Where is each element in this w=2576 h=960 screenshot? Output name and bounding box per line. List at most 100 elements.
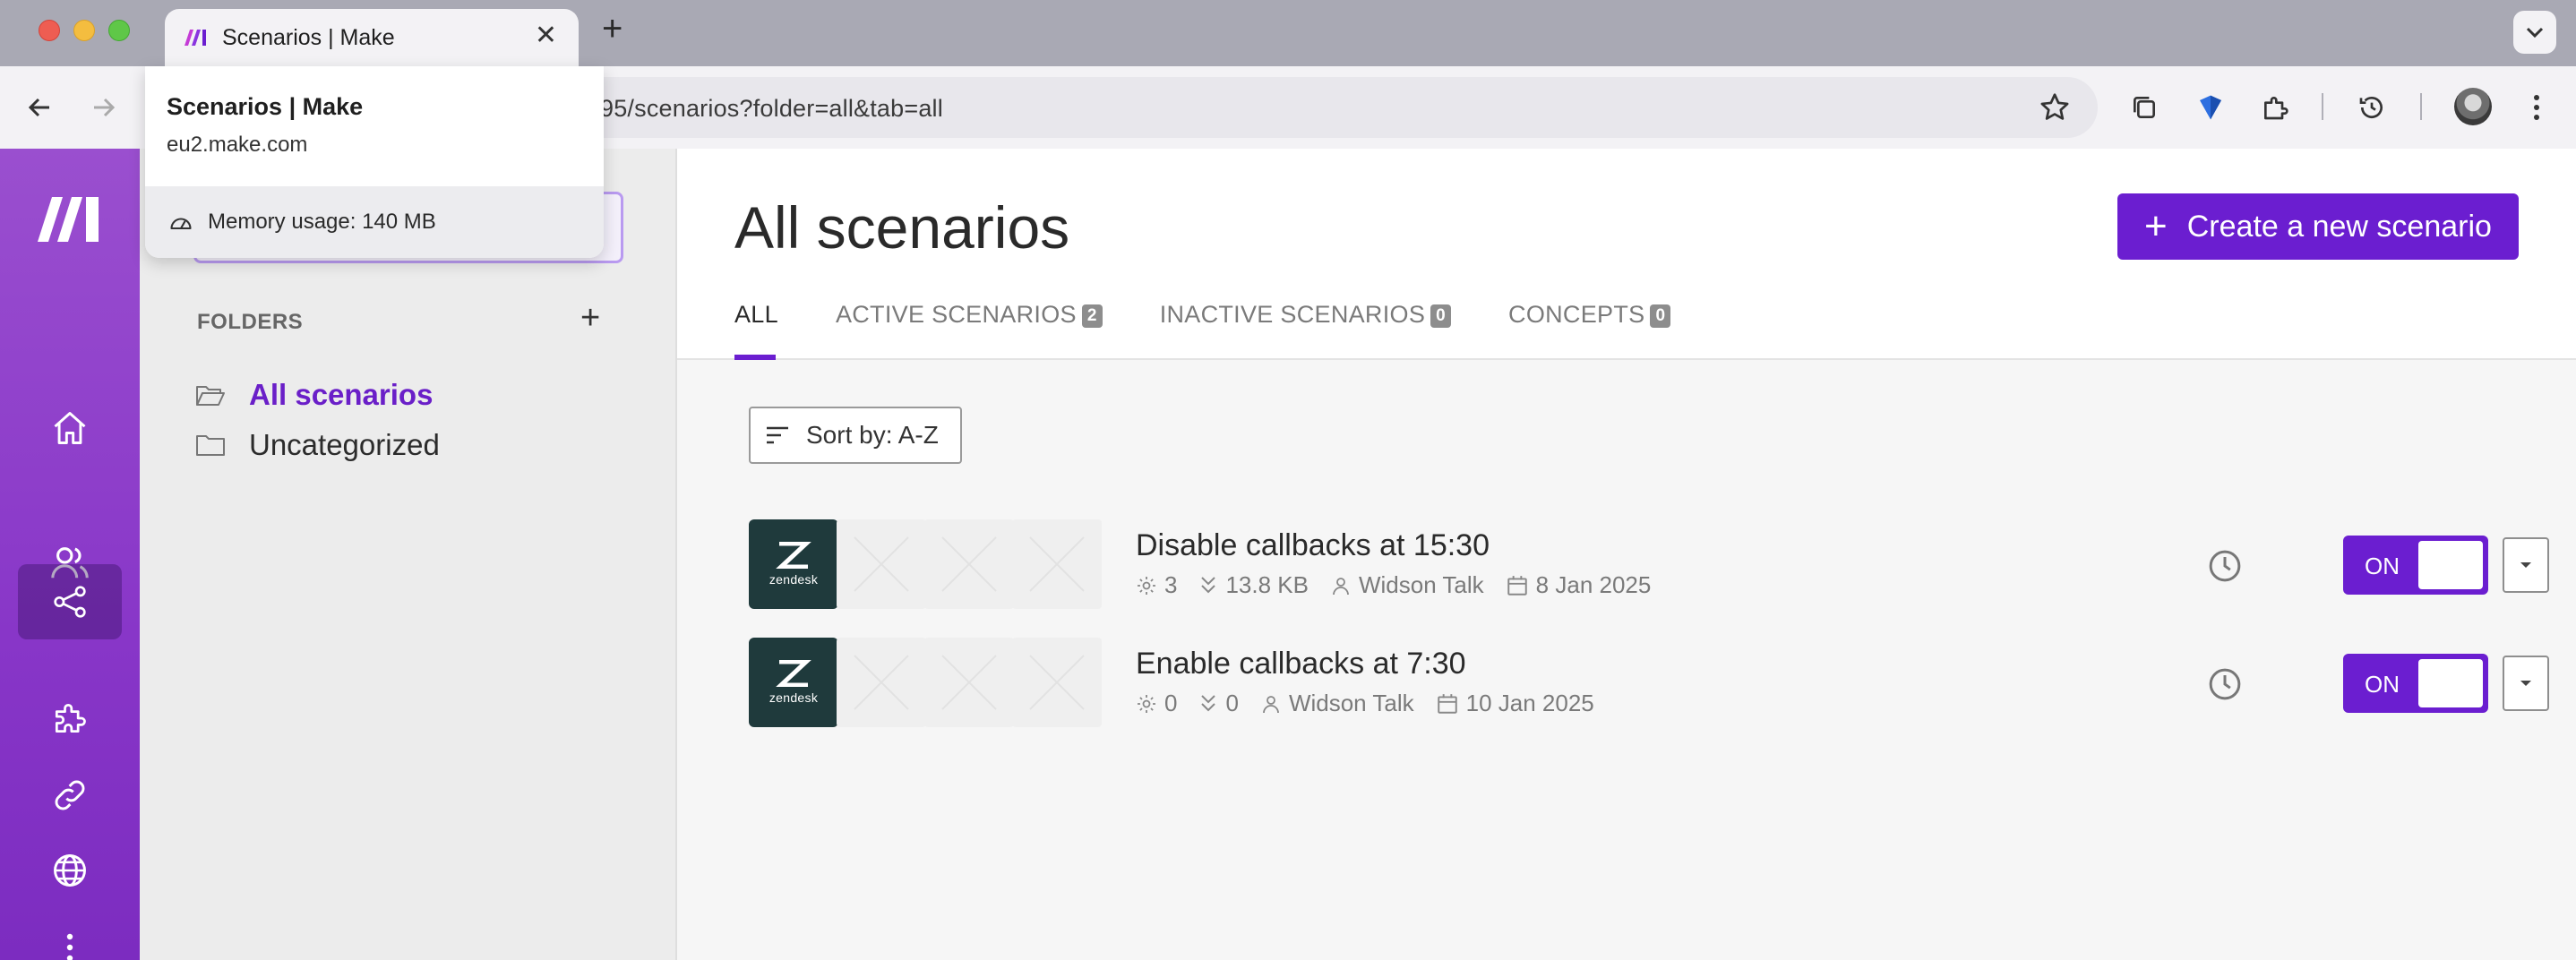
data-transfer: 13.8 KB (1225, 571, 1309, 598)
folder-label: Uncategorized (249, 428, 440, 461)
zendesk-app-icon: zendesk (749, 519, 838, 609)
extensions-puzzle-icon[interactable] (2257, 90, 2293, 125)
schedule-clock-icon[interactable] (2207, 548, 2243, 584)
scenario-date: 10 Jan 2025 (1465, 690, 1594, 716)
scenario-status-toggle[interactable]: ON (2343, 654, 2488, 713)
rail-more[interactable] (18, 910, 122, 960)
app-name: zendesk (769, 572, 819, 587)
placeholder-module (924, 519, 1014, 609)
tab-search-button[interactable] (2513, 11, 2556, 54)
rail-connections[interactable] (18, 758, 122, 833)
history-icon[interactable] (2354, 90, 2390, 125)
browser-menu-icon[interactable] (2519, 90, 2555, 125)
browser-tab[interactable]: Scenarios | Make ✕ (165, 9, 579, 66)
extension-heart-icon[interactable] (2193, 90, 2228, 125)
sort-lines-icon (767, 426, 788, 444)
scenario-options-button[interactable] (2503, 656, 2549, 711)
scenario-row[interactable]: zendesk Enable callbacks at 7:30 0 0 Wid… (749, 638, 2549, 731)
make-logo-icon[interactable] (36, 193, 104, 244)
user-icon (1333, 577, 1349, 595)
add-folder-button[interactable]: + (580, 301, 600, 335)
toolbar-separator (2420, 93, 2422, 120)
puzzle-icon (55, 703, 86, 733)
scenario-tabs: ALL ACTIVE SCENARIOS 2 INACTIVE SCENARIO… (734, 301, 1728, 360)
tab-label: ACTIVE SCENARIOS (835, 301, 1077, 328)
operations-gear-icon (1138, 576, 1155, 595)
scenario-thumbnail: zendesk (749, 519, 1102, 609)
maximize-window-button[interactable] (108, 20, 130, 41)
profile-avatar[interactable] (2454, 88, 2492, 125)
memory-usage-text: Memory usage: 140 MB (208, 210, 436, 234)
hovercard-domain: eu2.make.com (167, 133, 308, 157)
toggle-knob (2418, 659, 2483, 707)
user-icon (1263, 695, 1279, 713)
main-content: All scenarios + Create a new scenario AL… (677, 149, 2576, 960)
app-name: zendesk (769, 690, 819, 705)
folder-open-icon (196, 386, 225, 406)
gauge-icon (170, 218, 192, 230)
tab-hover-card: Scenarios | Make eu2.make.com Memory usa… (145, 66, 604, 258)
hovercard-title: Scenarios | Make (167, 93, 364, 120)
sort-label: Sort by: A-Z (806, 421, 939, 449)
forward-button[interactable] (86, 90, 122, 125)
scenario-status-toggle[interactable]: ON (2343, 536, 2488, 595)
placeholder-module (837, 638, 926, 727)
count-badge: 0 (1430, 304, 1452, 328)
count-badge: 2 (1081, 304, 1103, 328)
url-text: 95/scenarios?folder=all&tab=all (600, 95, 943, 122)
close-tab-icon[interactable]: ✕ (535, 22, 557, 49)
page-header: All scenarios + Create a new scenario AL… (677, 149, 2576, 360)
browser-tab-strip: Scenarios | Make ✕ + (0, 0, 2576, 66)
toolbar-separator (2322, 93, 2323, 120)
folder-label: All scenarios (249, 378, 434, 411)
scenario-name[interactable]: Enable callbacks at 7:30 (1136, 647, 1466, 681)
scenario-row[interactable]: zendesk Disable callbacks at 15:30 3 13.… (749, 519, 2549, 613)
bookmark-star-icon[interactable] (2039, 91, 2071, 124)
placeholder-module (837, 519, 926, 609)
caret-down-icon (2520, 562, 2531, 568)
rail-apps[interactable] (18, 681, 122, 756)
tab-label: ALL (734, 301, 778, 328)
schedule-clock-icon[interactable] (2207, 666, 2243, 702)
scenario-owner: Widson Talk (1288, 690, 1414, 716)
minimize-window-button[interactable] (73, 20, 95, 41)
tab-concepts[interactable]: CONCEPTS 0 (1508, 301, 1671, 360)
more-vertical-icon (66, 933, 73, 960)
tab-inactive-scenarios[interactable]: INACTIVE SCENARIOS 0 (1159, 301, 1452, 360)
placeholder-module (924, 638, 1014, 727)
scenario-options-button[interactable] (2503, 537, 2549, 593)
close-window-button[interactable] (39, 20, 60, 41)
folder-icon (196, 435, 225, 456)
scenario-meta: 0 0 Widson Talk 10 Jan 2025 (1136, 690, 1616, 717)
new-tab-button[interactable]: + (602, 11, 623, 47)
tab-groups-icon[interactable] (2126, 90, 2162, 125)
rail-scenarios[interactable] (18, 564, 122, 639)
folder-item-uncategorized[interactable]: Uncategorized (195, 428, 440, 462)
count-badge: 0 (1650, 304, 1671, 328)
scenario-thumbnail: zendesk (749, 638, 1102, 727)
rail-home[interactable] (18, 390, 122, 466)
scenario-name[interactable]: Disable callbacks at 15:30 (1136, 528, 1490, 563)
arrow-left-icon (28, 98, 49, 117)
create-scenario-label: Create a new scenario (2186, 209, 2492, 244)
tab-label: INACTIVE SCENARIOS (1159, 301, 1426, 328)
back-button[interactable] (21, 90, 57, 125)
home-icon (54, 412, 86, 444)
tab-label: CONCEPTS (1508, 301, 1645, 328)
rail-webhooks[interactable] (18, 833, 122, 908)
folder-item-all-scenarios[interactable]: All scenarios (195, 378, 433, 412)
link-icon (55, 780, 85, 810)
tab-active-scenarios[interactable]: ACTIVE SCENARIOS 2 (836, 301, 1103, 360)
create-scenario-button[interactable]: + Create a new scenario (2117, 193, 2519, 260)
zendesk-app-icon: zendesk (749, 638, 838, 727)
arrow-right-icon (94, 98, 116, 117)
placeholder-module (1012, 638, 1102, 727)
tab-all[interactable]: ALL (734, 301, 778, 360)
sort-button[interactable]: Sort by: A-Z (749, 407, 962, 464)
chevron-down-icon (2526, 27, 2544, 39)
placeholder-module (1012, 519, 1102, 609)
operations-count: 0 (1164, 690, 1178, 716)
operations-count: 3 (1164, 571, 1178, 598)
make-logo-icon (185, 30, 206, 46)
scenarios-share-icon (54, 586, 86, 618)
